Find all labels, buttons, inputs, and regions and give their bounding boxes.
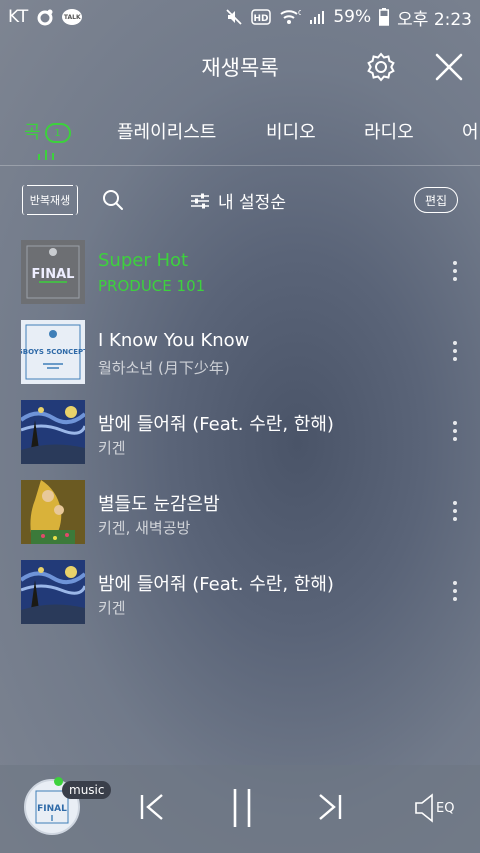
svg-text:HD: HD	[254, 14, 269, 24]
dot-icon	[453, 421, 457, 425]
repeat-button[interactable]: 반복재생	[22, 185, 78, 215]
list-toolbar: 반복재생 내 설정순 편집	[0, 166, 480, 234]
dot-icon	[453, 509, 457, 513]
album-art	[21, 400, 85, 464]
song-title: 밤에 들어줘 (Feat. 수란, 한해)	[98, 414, 334, 435]
status-right: HD G 59% 오후 2:23	[225, 5, 472, 30]
mini-player: FINAL music EQ	[0, 765, 480, 853]
online-dot	[54, 777, 63, 786]
tab-songs-badge: 1	[44, 123, 71, 143]
dot-icon	[453, 341, 457, 345]
more-options-button[interactable]	[446, 338, 464, 364]
tab-radio[interactable]: 라디오	[364, 118, 414, 144]
close-icon	[435, 53, 463, 81]
header: 재생목록	[0, 34, 480, 100]
sliders-icon	[191, 193, 209, 208]
mute-icon	[225, 8, 243, 26]
dot-icon	[453, 269, 457, 273]
tab-playlists[interactable]: 플레이리스트	[117, 118, 216, 144]
song-title: Super Hot	[98, 250, 189, 271]
eq-label: EQ	[436, 800, 455, 816]
network-label: G	[298, 9, 301, 17]
song-title: 별들도 눈감은밤	[98, 494, 220, 515]
dot-icon	[453, 277, 457, 281]
status-left: KT TALK	[8, 7, 83, 27]
song-artist: 키겐	[98, 439, 126, 457]
tab-more[interactable]: 어	[462, 118, 479, 144]
list-item[interactable]: 별들도 눈감은밤 키겐, 새벽공방	[0, 472, 480, 552]
dot-icon	[453, 517, 457, 521]
edit-button[interactable]: 편집	[414, 187, 458, 213]
dot-icon	[453, 437, 457, 441]
list-item[interactable]: 35BOYS 5CONCEPTS I Know You Know 월하소년 (月…	[0, 312, 480, 392]
sort-label: 내 설정순	[218, 193, 286, 213]
ring-icon	[36, 8, 54, 26]
search-icon	[103, 190, 123, 210]
gear-icon	[367, 52, 395, 82]
dot-icon	[453, 581, 457, 585]
signal-icon	[309, 9, 325, 25]
tab-bar: 곡1 플레이리스트 비디오 라디오 어	[0, 100, 480, 166]
more-options-button[interactable]	[446, 258, 464, 284]
pause-button[interactable]	[226, 787, 258, 833]
page-title: 재생목록	[201, 56, 279, 80]
dot-icon	[453, 429, 457, 433]
song-title: 밤에 들어줘 (Feat. 수란, 한해)	[98, 574, 334, 595]
carrier-label: KT	[8, 7, 29, 27]
dot-icon	[453, 349, 457, 353]
song-artist: 월하소년 (月下少年)	[98, 359, 230, 377]
tab-songs-label: 곡	[24, 122, 41, 143]
tab-videos[interactable]: 비디오	[266, 118, 316, 144]
previous-button[interactable]	[136, 791, 168, 827]
status-bar: KT TALK HD G 59% 오후 2:23	[0, 0, 480, 34]
song-list: FINAL Super Hot PRODUCE 101 35BOYS 5CONC…	[0, 232, 480, 632]
previous-icon	[140, 794, 163, 820]
wifi-icon: G	[279, 8, 301, 26]
hd-icon: HD	[251, 9, 272, 25]
battery-icon	[379, 8, 390, 26]
album-art: 35BOYS 5CONCEPTS	[21, 320, 85, 384]
list-item[interactable]: 밤에 들어줘 (Feat. 수란, 한해) 키겐	[0, 392, 480, 472]
playing-eq-icon	[38, 150, 54, 160]
list-item[interactable]: FINAL Super Hot PRODUCE 101	[0, 232, 480, 312]
song-artist: PRODUCE 101	[98, 277, 206, 295]
music-tag: music	[62, 781, 112, 799]
song-artist: 키겐, 새벽공방	[98, 519, 191, 537]
list-item[interactable]: 밤에 들어줘 (Feat. 수란, 한해) 키겐	[0, 552, 480, 632]
sort-button[interactable]: 내 설정순	[190, 188, 286, 213]
dot-icon	[453, 597, 457, 601]
album-art	[21, 480, 85, 544]
now-playing-art-text: FINAL	[37, 804, 67, 814]
close-button[interactable]	[432, 50, 466, 84]
pause-icon	[233, 789, 251, 827]
next-icon	[319, 794, 342, 820]
equalizer-button[interactable]: EQ	[414, 793, 454, 823]
dot-icon	[453, 501, 457, 505]
dot-icon	[453, 357, 457, 361]
album-art-text: 35BOYS 5CONCEPTS	[21, 348, 85, 356]
album-art-text: FINAL	[32, 267, 75, 282]
next-button[interactable]	[314, 791, 346, 827]
talk-icon: TALK	[62, 9, 83, 25]
song-artist: 키겐	[98, 599, 126, 617]
settings-button[interactable]	[364, 50, 398, 84]
speaker-icon	[415, 793, 433, 823]
album-art: FINAL	[21, 240, 85, 304]
tab-songs[interactable]: 곡1	[24, 118, 71, 144]
dot-icon	[453, 589, 457, 593]
search-button[interactable]	[101, 188, 125, 212]
more-options-button[interactable]	[446, 498, 464, 524]
song-title: I Know You Know	[98, 330, 250, 351]
more-options-button[interactable]	[446, 418, 464, 444]
battery-percent: 59%	[333, 7, 372, 27]
dot-icon	[453, 261, 457, 265]
more-options-button[interactable]	[446, 578, 464, 604]
clock: 오후 2:23	[397, 9, 472, 30]
album-art	[21, 560, 85, 624]
